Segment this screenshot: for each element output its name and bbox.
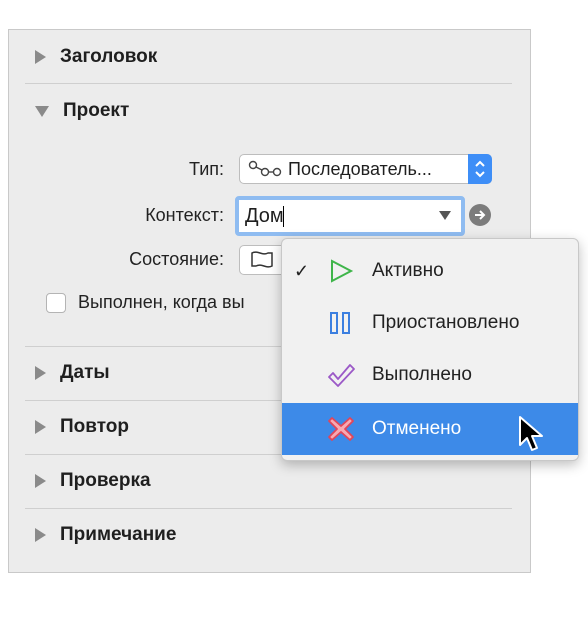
disclosure-triangle-icon[interactable] [35,474,46,488]
complete-checkbox-label: Выполнен, когда вы [78,292,245,312]
divider [25,508,512,509]
checkmark-glyph: ✓ [294,260,310,281]
section-title: Даты [60,362,110,383]
section-review[interactable]: Проверка [33,467,151,495]
text-caret [283,206,284,227]
section-title: Заголовок [60,46,158,67]
play-icon [331,259,354,283]
section-repeat[interactable]: Повтор [33,413,129,441]
section-title: Проверка [60,470,151,491]
menu-item-label: Выполнено [372,364,472,385]
type-popup[interactable]: Последователь... [239,154,492,184]
section-project[interactable]: Проект [33,97,129,125]
context-combobox[interactable]: Дом [235,196,465,236]
checkmark-icon [328,364,355,387]
disclosure-triangle-expanded-icon[interactable] [35,105,49,117]
section-title: Примечание [60,524,177,545]
menu-item-label: Активно [372,260,444,281]
menu-item-label: Отменено [372,418,462,439]
sequential-icon [248,160,282,177]
section-title: Проект [63,100,130,121]
up-down-chevron-icon [475,160,485,178]
mouse-pointer-icon [519,416,543,451]
disclosure-triangle-icon[interactable] [35,366,46,380]
section-title: Повтор [60,416,129,437]
disclosure-triangle-icon[interactable] [35,528,46,542]
menu-item-active[interactable]: ✓ Активно [282,245,578,297]
status-label: Состояние: [129,249,224,269]
complete-checkbox[interactable] [46,293,66,313]
disclosure-triangle-icon[interactable] [35,50,46,64]
menu-item-label: Приостановлено [372,312,520,333]
dropdown-arrow-icon[interactable] [439,211,451,220]
context-label: Контекст: [145,205,224,225]
disclosure-triangle-icon[interactable] [35,420,46,434]
popup-stepper[interactable] [468,154,492,184]
section-header[interactable]: Заголовок [33,43,157,71]
type-label: Тип: [188,159,224,179]
section-note[interactable]: Примечание [33,521,176,549]
type-value: Последователь... [288,158,432,179]
menu-item-paused[interactable]: Приостановлено [282,297,578,349]
go-to-arrow-icon[interactable] [469,204,491,226]
flag-icon [251,251,273,268]
menu-item-completed[interactable]: Выполнено [282,349,578,401]
divider [25,83,512,84]
section-dates[interactable]: Даты [33,359,110,387]
cross-icon [328,417,354,441]
context-input[interactable]: Дом [245,205,284,228]
pause-icon [330,312,350,334]
